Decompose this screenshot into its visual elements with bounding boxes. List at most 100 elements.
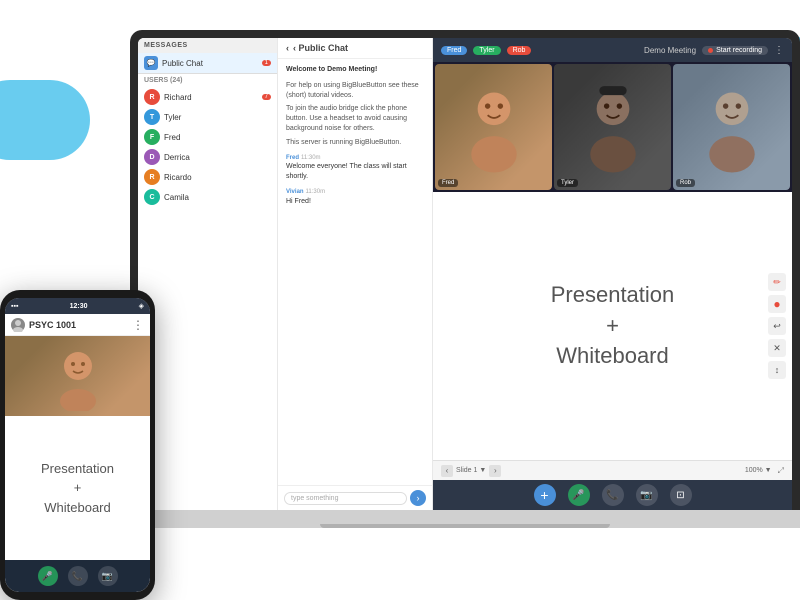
public-chat-label: Public Chat bbox=[162, 59, 203, 68]
clear-tool-button[interactable]: ✕ bbox=[768, 339, 786, 357]
public-chat-icon: 💬 bbox=[144, 56, 158, 70]
next-slide-button[interactable]: › bbox=[489, 465, 501, 477]
chat-header: ‹ ‹ Public Chat bbox=[278, 38, 432, 59]
phone-signal-icon: ▪▪▪ bbox=[11, 303, 18, 310]
resize-tool-button[interactable]: ↕ bbox=[768, 361, 786, 379]
chat-welcome-text: Welcome to Demo Meeting! bbox=[286, 65, 424, 75]
avatar-ricardo: R bbox=[144, 169, 160, 185]
add-content-button[interactable]: + bbox=[534, 484, 556, 506]
user-item-derrica: D Derrica bbox=[138, 147, 277, 167]
video-person-fred-svg bbox=[454, 77, 534, 177]
slide-info: Slide 1 ▼ bbox=[456, 467, 486, 474]
circle-tool-button[interactable]: ● bbox=[768, 295, 786, 313]
meeting-title: Demo Meeting bbox=[644, 46, 696, 55]
user-chip-fred: Fred bbox=[441, 46, 467, 55]
slide-bar: ‹ Slide 1 ▼ › 100% ▼ ⤢ bbox=[433, 460, 792, 480]
phone-camera-button[interactable]: 📷 bbox=[98, 566, 118, 586]
chat-send-button[interactable]: › bbox=[410, 490, 426, 506]
phone-screen: ▪▪▪ 12:30 ◈ PSYC 1001 ⋮ bbox=[5, 298, 150, 592]
share-screen-button[interactable]: ⊡ bbox=[670, 484, 692, 506]
phone-wifi-icon: ◈ bbox=[139, 302, 144, 310]
phone-whiteboard: Presentation + Whiteboard bbox=[5, 416, 150, 560]
chat-panel: ‹ ‹ Public Chat Welcome to Demo Meeting!… bbox=[278, 38, 433, 510]
user-item-ricardo: R Ricardo bbox=[138, 167, 277, 187]
prev-slide-button[interactable]: ‹ bbox=[441, 465, 453, 477]
chat-server-info: This server is running BigBlueButton. bbox=[286, 138, 424, 148]
avatar-richard: R bbox=[144, 89, 160, 105]
avatar-camila: C bbox=[144, 189, 160, 205]
laptop-screen-outer: MESSAGES 💬 Public Chat 1 USERS (24) R Ri… bbox=[130, 30, 800, 510]
cloud-left-decoration bbox=[0, 80, 90, 160]
chat-messages: Welcome to Demo Meeting! For help on usi… bbox=[278, 59, 432, 485]
phone-time: 12:30 bbox=[70, 303, 88, 310]
whiteboard-area: Presentation + Whiteboard ✏ ● ↩ ✕ ↕ bbox=[433, 192, 792, 460]
video-cell-rob: Rob bbox=[673, 64, 790, 190]
video-cell-fred: Fred bbox=[435, 64, 552, 190]
user-name-richard: Richard bbox=[164, 93, 192, 102]
video-cell-tyler: Tyler bbox=[554, 64, 671, 190]
avatar-tyler: T bbox=[144, 109, 160, 125]
fullscreen-button[interactable]: ⤢ bbox=[778, 466, 784, 476]
phone-header: PSYC 1001 ⋮ bbox=[5, 314, 150, 336]
video-person-rob-svg bbox=[692, 77, 772, 177]
public-chat-item[interactable]: 💬 Public Chat 1 bbox=[138, 53, 277, 74]
user-chip-tyler: Tyler bbox=[473, 46, 500, 55]
user-item-tyler: T Tyler bbox=[138, 107, 277, 127]
public-chat-badge: 1 bbox=[262, 60, 271, 66]
user-item-camila: C Camila bbox=[138, 187, 277, 207]
whiteboard-toolbar: ✏ ● ↩ ✕ ↕ bbox=[768, 273, 786, 379]
user-name-tyler: Tyler bbox=[164, 113, 181, 122]
chat-message-vivian: Vivian 11:30m Hi Fred! bbox=[286, 187, 424, 207]
phone-phone-button[interactable]: 📞 bbox=[68, 566, 88, 586]
left-panel: MESSAGES 💬 Public Chat 1 USERS (24) R Ri… bbox=[138, 38, 278, 510]
user-name-ricardo: Ricardo bbox=[164, 173, 192, 182]
pencil-tool-button[interactable]: ✏ bbox=[768, 273, 786, 291]
chat-input-area: type something › bbox=[278, 485, 432, 510]
record-dot-icon bbox=[708, 48, 713, 53]
video-grid: Fred Tyler bbox=[433, 62, 792, 192]
top-bar: Fred Tyler Rob Demo Meeting Start record… bbox=[433, 38, 792, 62]
users-header: USERS (24) bbox=[138, 74, 277, 87]
bbb-application: MESSAGES 💬 Public Chat 1 USERS (24) R Ri… bbox=[138, 38, 792, 510]
zoom-level: 100% ▼ bbox=[745, 467, 772, 474]
laptop-base bbox=[103, 510, 800, 528]
phone-device: ▪▪▪ 12:30 ◈ PSYC 1001 ⋮ bbox=[0, 290, 155, 600]
phone-video-feed bbox=[5, 336, 150, 416]
slide-navigation: ‹ Slide 1 ▼ › bbox=[441, 465, 501, 477]
user-item-fred: F Fred bbox=[138, 127, 277, 147]
phone-menu-icon[interactable]: ⋮ bbox=[132, 318, 144, 332]
phone-avatar bbox=[11, 318, 25, 332]
mic-button[interactable]: 🎤 bbox=[568, 484, 590, 506]
user-name-derrica: Derrica bbox=[164, 153, 190, 162]
user-item-richard: R Richard 7 bbox=[138, 87, 277, 107]
phone-action-bar: 🎤 📞 📷 bbox=[5, 560, 150, 592]
phone-title: PSYC 1001 bbox=[29, 320, 128, 330]
start-recording-button[interactable]: Start recording bbox=[702, 46, 768, 55]
phone-status-bar: ▪▪▪ 12:30 ◈ bbox=[5, 298, 150, 314]
chat-message-fred: Fred 11:30m Welcome everyone! The class … bbox=[286, 153, 424, 182]
video-person-tyler-svg bbox=[573, 77, 653, 177]
phone-mic-button[interactable]: 🎤 bbox=[38, 566, 58, 586]
user-badge-richard: 7 bbox=[262, 94, 271, 100]
messages-header: MESSAGES bbox=[138, 38, 277, 53]
user-name-fred: Fred bbox=[164, 133, 180, 142]
top-bar-menu-icon[interactable]: ⋮ bbox=[774, 45, 784, 56]
user-chip-rob: Rob bbox=[507, 46, 532, 55]
video-name-rob: Rob bbox=[676, 179, 695, 187]
whiteboard-text: Presentation + Whiteboard bbox=[551, 280, 675, 372]
main-content: Fred Tyler Rob Demo Meeting Start record… bbox=[433, 38, 792, 510]
action-bar: + 🎤 📞 📷 ⊡ bbox=[433, 480, 792, 510]
avatar-fred: F bbox=[144, 129, 160, 145]
chat-intro: For help on using BigBlueButton see thes… bbox=[286, 81, 424, 101]
user-name-camila: Camila bbox=[164, 193, 189, 202]
laptop-screen: MESSAGES 💬 Public Chat 1 USERS (24) R Ri… bbox=[138, 38, 792, 510]
chat-header-label: ‹ Public Chat bbox=[293, 43, 348, 53]
video-name-fred: Fred bbox=[438, 179, 458, 187]
laptop-device: MESSAGES 💬 Public Chat 1 USERS (24) R Ri… bbox=[130, 30, 800, 600]
chat-input[interactable]: type something bbox=[284, 492, 407, 505]
camera-button[interactable]: 📷 bbox=[636, 484, 658, 506]
video-name-tyler: Tyler bbox=[557, 179, 578, 187]
phone-whiteboard-text: Presentation + Whiteboard bbox=[41, 459, 114, 518]
undo-tool-button[interactable]: ↩ bbox=[768, 317, 786, 335]
phone-button[interactable]: 📞 bbox=[602, 484, 624, 506]
